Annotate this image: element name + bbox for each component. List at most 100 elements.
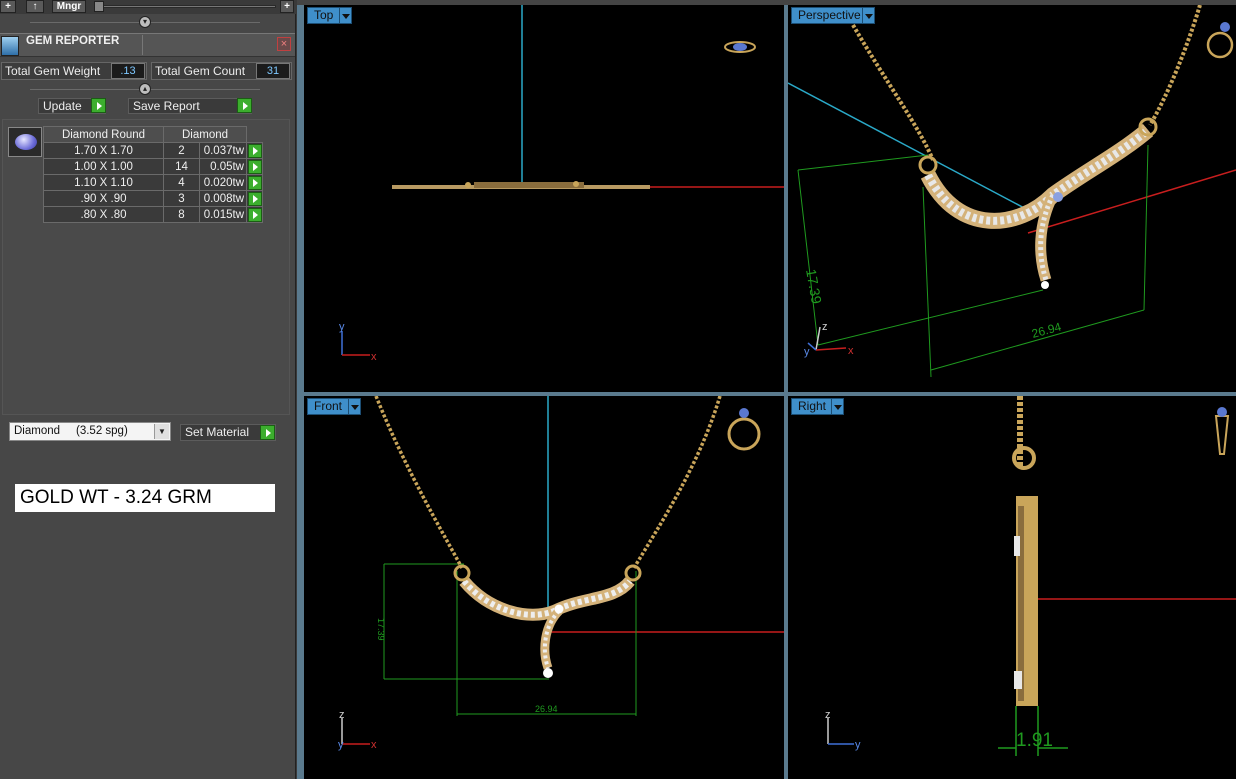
chevron-down-icon[interactable] [339, 7, 352, 24]
toolbar: + ↑ Mngr + [0, 0, 296, 14]
total-gem-count-label: Total Gem Count [155, 64, 246, 78]
ring-preview-icon [724, 41, 756, 53]
update-go-icon[interactable] [91, 98, 106, 113]
update-button-label: Update [43, 99, 82, 113]
plus-button-right[interactable]: + [280, 0, 294, 13]
table-row: .90 X .90 3 0.008tw [43, 190, 263, 207]
round-diamond-icon[interactable] [8, 127, 42, 157]
viewport-front[interactable]: 17.39 26.94 z x y Front [304, 396, 784, 779]
ring-preview-icon [727, 408, 761, 451]
jump-ring-left [465, 182, 471, 188]
gem-count: 3 [163, 190, 200, 207]
viewport-area: y x Top 17.39 26.94 z x y Perspective 17… [297, 0, 1236, 779]
gem-count: 4 [163, 174, 200, 191]
total-gem-weight-label: Total Gem Weight [5, 64, 101, 78]
viewport-label-front[interactable]: Front [307, 398, 350, 415]
axis-y-label: y [855, 739, 861, 751]
dimension-lines [383, 563, 637, 716]
gem-reporter-header: GEM REPORTER × [0, 33, 295, 57]
right-view-canvas: 1.91 z y [825, 396, 1236, 756]
gem-count: 14 [163, 158, 200, 175]
table-header-row: Diamond Round Diamond [43, 126, 263, 143]
chain-left [851, 23, 935, 161]
viewport-label-top[interactable]: Top [307, 7, 341, 24]
row-go-icon[interactable] [247, 175, 262, 190]
gem-count: 2 [163, 142, 200, 159]
pendant-top-profile [474, 182, 584, 188]
axis-gizmo: z x y [804, 321, 854, 358]
zoom-slider[interactable] [96, 5, 276, 8]
close-button[interactable]: × [277, 37, 291, 51]
gem-size: 1.00 X 1.00 [43, 158, 164, 175]
expand-toggle[interactable]: ▴ [139, 83, 151, 95]
pendant-arc [459, 576, 635, 621]
gem-size: 1.10 X 1.10 [43, 174, 164, 191]
chain-left [374, 396, 464, 569]
gem-table: Diamond Round Diamond 1.70 X 1.70 2 0.03… [43, 126, 263, 223]
row-go-icon[interactable] [247, 207, 262, 222]
drop-diamond [543, 668, 553, 678]
row-go-icon[interactable] [247, 191, 262, 206]
row-go-cell [246, 158, 263, 175]
gem-size: 1.70 X 1.70 [43, 142, 164, 159]
table-row: .80 X .80 8 0.015tw [43, 206, 263, 223]
gem-weight: 0.015tw [199, 206, 247, 223]
viewport-perspective[interactable]: 17.39 26.94 z x y Perspective [788, 5, 1236, 392]
axis-y-label: y [339, 321, 345, 333]
axis-z-label: z [339, 709, 345, 721]
gem-reporter-panel: + ↑ Mngr + ▾ GEM REPORTER × Total Gem We… [0, 0, 296, 779]
gem-count: 8 [163, 206, 200, 223]
perspective-view-canvas: 17.39 26.94 z x y [788, 5, 1236, 378]
viewport-label-right[interactable]: Right [791, 398, 834, 415]
center-diamond [554, 604, 564, 614]
material-select-value: Diamond (3.52 spg) [14, 425, 128, 437]
drop-diamond [1041, 281, 1049, 289]
row-go-icon[interactable] [247, 159, 262, 174]
chevron-down-icon[interactable] [348, 398, 361, 415]
axis-x-label: x [371, 739, 377, 751]
dimension-label-height: 17.39 [376, 618, 386, 641]
manager-button[interactable]: Mngr [52, 0, 86, 13]
header-separator [142, 35, 143, 55]
drop-diamond-side [1014, 671, 1022, 689]
axis-gizmo: z x y [338, 709, 377, 751]
axis-x-label: x [848, 345, 854, 357]
chevron-down-icon[interactable]: ▼ [154, 424, 169, 439]
row-go-cell [246, 174, 263, 191]
dimension-label-width: 26.94 [535, 704, 558, 714]
gem-table-area: Diamond Round Diamond 1.70 X 1.70 2 0.03… [2, 119, 290, 415]
row-go-icon[interactable] [247, 143, 262, 158]
top-view-canvas: y x [339, 5, 784, 363]
axis-z-label: z [822, 321, 828, 333]
front-view-canvas: 17.39 26.94 z x y [338, 396, 784, 751]
axis-gizmo: z y [825, 709, 861, 751]
zoom-slider-thumb[interactable] [94, 1, 104, 12]
viewport-label-perspective[interactable]: Perspective [791, 7, 868, 24]
gem-size: .80 X .80 [43, 206, 164, 223]
gem-reporter-title: GEM REPORTER [26, 35, 120, 47]
row-go-cell [246, 142, 263, 159]
ring-preview-icon [1206, 22, 1234, 59]
plus-button[interactable]: + [0, 0, 16, 13]
total-gem-weight-value: .13 [111, 63, 145, 79]
axis-y-label: y [338, 739, 344, 751]
diamond-side [1014, 536, 1020, 556]
material-select[interactable]: Diamond (3.52 spg) ▼ [9, 422, 171, 441]
save-report-button[interactable]: Save Report [128, 98, 252, 114]
collapse-toggle[interactable]: ▾ [139, 16, 151, 28]
gem-reporter-icon [1, 36, 19, 56]
viewport-right[interactable]: 1.91 z y Right [788, 396, 1236, 779]
dimension-label-depth: 1.91 [1016, 730, 1053, 751]
axis-gizmo: y x [339, 321, 377, 363]
chevron-down-icon[interactable] [831, 398, 844, 415]
up-arrow-button[interactable]: ↑ [26, 0, 44, 13]
gem-weight: 0.020tw [199, 174, 247, 191]
save-report-go-icon[interactable] [237, 98, 252, 113]
set-material-go-icon[interactable] [260, 425, 275, 440]
viewport-top[interactable]: y x Top [304, 5, 784, 392]
dimension-lines [797, 144, 1149, 378]
gold-weight-note: GOLD WT - 3.24 GRM [15, 484, 275, 512]
pendant-preview-icon [1214, 407, 1230, 455]
chevron-down-icon[interactable] [862, 7, 875, 24]
axis-y-label: y [804, 346, 810, 358]
